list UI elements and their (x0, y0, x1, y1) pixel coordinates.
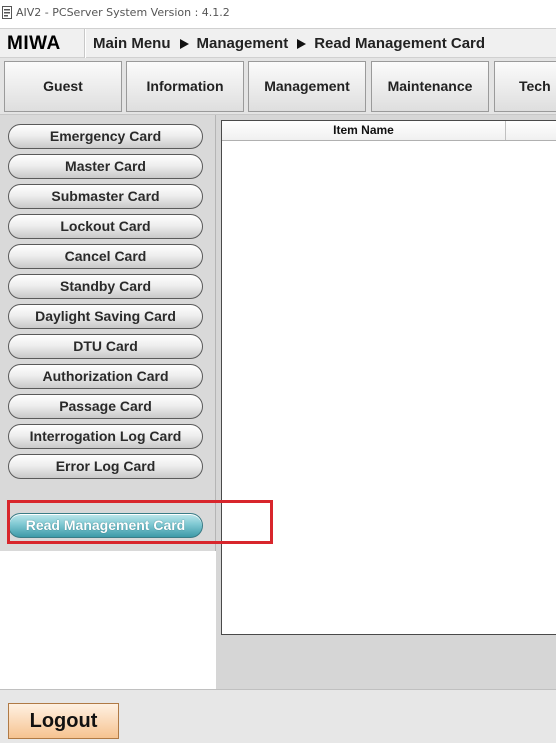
passage-card-button[interactable]: Passage Card (8, 394, 203, 419)
sidebar: Emergency Card Master Card Submaster Car… (0, 115, 216, 551)
tab-information[interactable]: Information (126, 61, 244, 112)
table-header: Item Name (222, 121, 556, 141)
tab-management[interactable]: Management (248, 61, 366, 112)
column-header-item-name[interactable]: Item Name (222, 121, 506, 140)
breadcrumb: Main Menu Management Read Management Card (93, 29, 485, 58)
tab-guest[interactable]: Guest (4, 61, 122, 112)
item-table[interactable]: Item Name (221, 120, 556, 635)
window-titlebar: AIV2 - PCServer System Version : 4.1.2 (0, 0, 556, 28)
tab-tech[interactable]: Tech (494, 61, 556, 112)
highlight-annotation (7, 500, 273, 544)
daylight-saving-card-button[interactable]: Daylight Saving Card (8, 304, 203, 329)
authorization-card-button[interactable]: Authorization Card (8, 364, 203, 389)
column-header-value[interactable] (506, 121, 556, 140)
master-card-button[interactable]: Master Card (8, 154, 203, 179)
footer-bar: Logout (0, 689, 556, 743)
logout-button[interactable]: Logout (8, 703, 119, 739)
breadcrumb-current: Read Management Card (314, 35, 486, 52)
main-tab-bar: Guest Information Management Maintenance… (0, 58, 556, 115)
breadcrumb-main-menu[interactable]: Main Menu (93, 35, 171, 52)
app-icon (2, 6, 12, 19)
breadcrumb-bar: MIWA Main Menu Management Read Management … (0, 28, 556, 58)
brand-logo: MIWA (7, 33, 61, 54)
breadcrumb-arrow-icon (179, 38, 189, 49)
lockout-card-button[interactable]: Lockout Card (8, 214, 203, 239)
tab-maintenance[interactable]: Maintenance (371, 61, 489, 112)
breadcrumb-management[interactable]: Management (197, 35, 289, 52)
standby-card-button[interactable]: Standby Card (8, 274, 203, 299)
emergency-card-button[interactable]: Emergency Card (8, 124, 203, 149)
interrogation-log-card-button[interactable]: Interrogation Log Card (8, 424, 203, 449)
cancel-card-button[interactable]: Cancel Card (8, 244, 203, 269)
dtu-card-button[interactable]: DTU Card (8, 334, 203, 359)
submaster-card-button[interactable]: Submaster Card (8, 184, 203, 209)
brand-divider (84, 29, 86, 58)
window-title: AIV2 - PCServer System Version : 4.1.2 (16, 6, 230, 19)
error-log-card-button[interactable]: Error Log Card (8, 454, 203, 479)
breadcrumb-arrow-icon (297, 38, 307, 49)
